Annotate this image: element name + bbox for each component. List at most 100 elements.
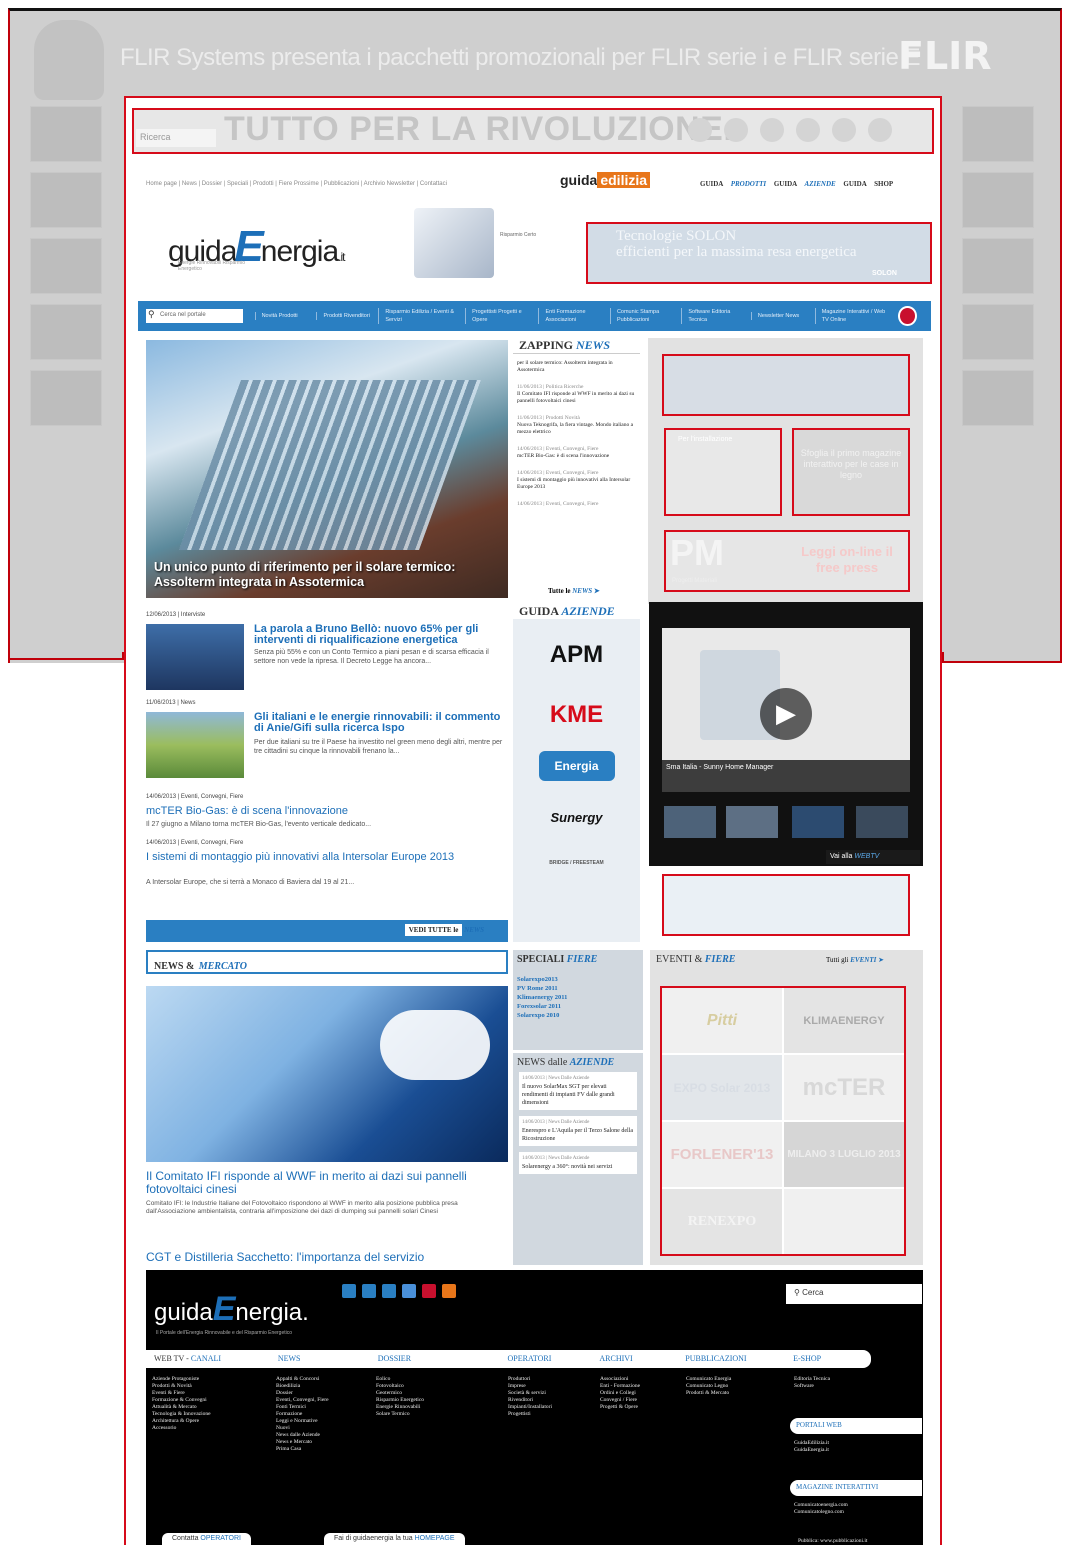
footer-link[interactable]: Prima Casa [276, 1446, 329, 1453]
footer-link[interactable]: Formazione & Convegni [152, 1397, 211, 1404]
footer-link[interactable]: Eventi, Convegni, Fiere [276, 1397, 329, 1404]
footer-col-head[interactable]: ARCHIVI [599, 1354, 685, 1364]
nav-item[interactable]: Newsletter News [750, 312, 815, 320]
news-thumb[interactable] [146, 712, 244, 778]
video-thumb[interactable] [792, 806, 844, 838]
webtv-link[interactable]: Vai alla WEBTV [826, 850, 920, 864]
event-logo[interactable] [784, 1189, 904, 1254]
brand-apm[interactable]: APM [527, 631, 627, 679]
vedi-tutte-news-button[interactable]: VEDI TUTTE le NEWS [146, 920, 508, 942]
social-icon[interactable] [724, 118, 748, 142]
news-aziende-item[interactable]: 14/06/2013 | News Dalle Aziende Il nuovo … [519, 1072, 637, 1110]
footer-link[interactable]: Imprese [508, 1383, 552, 1390]
speciali-item[interactable]: Klimaenergy 2011 [517, 993, 639, 1002]
nav-item[interactable]: Prodotti Rivenditori [316, 312, 378, 320]
nav-item[interactable]: Novità Prodotti [254, 312, 317, 320]
footer-link[interactable]: Nuovi [276, 1425, 329, 1432]
news-aziende-item[interactable]: 14/06/2013 | News Dalle Aziende Enerespro… [519, 1116, 637, 1146]
news-title[interactable]: La parola a Bruno Bellò: nuovo 65% per g… [254, 624, 506, 646]
nav-item[interactable]: Enti Formazione Associazioni [538, 308, 609, 324]
footer-link[interactable]: Aziende Protagoniste [152, 1376, 211, 1383]
social-icon[interactable] [760, 118, 784, 142]
tutte-news-link[interactable]: Tutte le NEWS ➤ [548, 587, 600, 595]
nav-item[interactable]: Risparmio Edilizia / Eventi & Servizi [378, 308, 465, 324]
event-logo[interactable]: RENEXPO [662, 1189, 782, 1254]
video-thumb[interactable] [664, 806, 716, 838]
event-logo[interactable]: KLIMAENERGY [784, 988, 904, 1053]
news-mercato-title[interactable]: Il Comitato IFI risponde al WWF in merit… [146, 1170, 508, 1196]
event-logo[interactable]: FORLENER'13 [662, 1122, 782, 1187]
zapping-item[interactable]: 11/06/2013 | Politica Ricerche Il Comitat… [517, 384, 636, 405]
zapping-item[interactable]: per il solare termico: Assolterm integra… [517, 360, 636, 374]
footer-link[interactable]: Produttori [508, 1376, 552, 1383]
footer-logo[interactable]: guidaEnergia. [154, 1290, 309, 1329]
magazine-link[interactable]: Comunicatolegno.com [794, 1509, 848, 1516]
footer-link[interactable]: Impianti/Installatori [508, 1404, 552, 1411]
flir-logo[interactable]: FLIR [898, 34, 992, 78]
video-thumb[interactable] [856, 806, 908, 838]
footer-link[interactable]: Accessorio [152, 1425, 211, 1432]
homepage-button[interactable]: Fai di guidaenergia la tua HOMEPAGE [324, 1533, 465, 1545]
hero-caption[interactable]: Un unico punto di riferimento per il sol… [154, 560, 494, 590]
portal-link[interactable]: GuidaEdilizia.it [794, 1440, 829, 1447]
footer-link[interactable]: Comunicato Legno [686, 1383, 731, 1390]
right-ad-4[interactable] [662, 874, 910, 936]
nav-item[interactable]: Software Editoria Tecnica [681, 308, 751, 324]
footer-col-head[interactable]: DOSSIER [378, 1354, 508, 1364]
footer-link[interactable]: Editoria Tecnica [794, 1376, 830, 1383]
footer-col-head[interactable]: WEB TV - CANALI [154, 1354, 278, 1364]
footer-link[interactable]: Fotovoltaico [376, 1383, 424, 1390]
event-logo[interactable]: EXPO Solar 2013 [662, 1055, 782, 1120]
footer-link[interactable]: Bioedilizia [276, 1383, 329, 1390]
zapping-item[interactable]: 14/06/2013 | Eventi, Convegni, Fiere mcTE… [517, 446, 636, 460]
footer-link[interactable]: Solare Termico [376, 1411, 424, 1418]
linkedin-icon[interactable] [382, 1284, 396, 1298]
nav-item[interactable]: Comunic Stampa Pubblicazioni [609, 308, 681, 324]
footer-pub[interactable]: Pubblica: www.pubblicazioni.it [798, 1538, 867, 1545]
portal-link[interactable]: GuidaEnergia.it [794, 1447, 829, 1454]
footer-link[interactable]: Risparmio Energetico [376, 1397, 424, 1404]
speciali-item[interactable]: Solarexpo 2010 [517, 1011, 639, 1020]
social-icon[interactable] [688, 118, 712, 142]
english-flag-icon[interactable] [897, 306, 917, 326]
guida-shop-link[interactable]: GUIDA SHOP [843, 180, 893, 188]
footer-link[interactable]: Società & servizi [508, 1390, 552, 1397]
footer-link[interactable]: Dossier [276, 1390, 329, 1397]
speciali-item[interactable]: Forexsolar 2011 [517, 1002, 639, 1011]
zapping-item[interactable]: 14/06/2013 | Eventi, Convegni, Fiere [517, 501, 636, 508]
brand-kme[interactable]: KME [527, 691, 627, 739]
twitter-icon[interactable] [362, 1284, 376, 1298]
brand-sunergy[interactable]: Sunergy [527, 793, 627, 841]
video-thumb[interactable] [726, 806, 778, 838]
delicious-icon[interactable] [402, 1284, 416, 1298]
footer-link[interactable]: Comunicato Energia [686, 1376, 731, 1383]
footer-col-head[interactable]: PUBBLICAZIONI [685, 1354, 793, 1364]
footer-link[interactable]: Convegni / Fiere [600, 1397, 640, 1404]
brand-energia[interactable]: Energia [538, 751, 615, 781]
news-title[interactable]: I sistemi di montaggio più innovativi al… [146, 852, 508, 863]
facebook-icon[interactable] [342, 1284, 356, 1298]
right-ad-1[interactable] [662, 354, 910, 416]
speciali-item[interactable]: PV Rome 2011 [517, 984, 639, 993]
event-logo[interactable]: MILANO 3 LUGLIO 2013 [784, 1122, 904, 1187]
social-icon[interactable] [796, 118, 820, 142]
footer-link[interactable]: Formazione [276, 1411, 329, 1418]
nav-item[interactable]: Progettisti Progetti e Opere [465, 308, 538, 324]
social-icon[interactable] [832, 118, 856, 142]
footer-link[interactable]: Tecnologia & Innovazione [152, 1411, 211, 1418]
footer-link[interactable]: Rivenditori [508, 1397, 552, 1404]
footer-link[interactable]: News e Mercato [276, 1439, 329, 1446]
footer-link[interactable]: News dalle Aziende [276, 1432, 329, 1439]
guida-aziende-link[interactable]: GUIDA AZIENDE [774, 180, 836, 188]
footer-link[interactable]: Geotermico [376, 1390, 424, 1397]
footer-link[interactable]: Eventi & Fiere [152, 1390, 211, 1397]
footer-link[interactable]: Associazioni [600, 1376, 640, 1383]
footer-link[interactable]: Software [794, 1383, 830, 1390]
nav-search-input[interactable]: Cerca nel portale [146, 309, 243, 323]
guidaedilizia-logo[interactable]: guida edilizia [560, 172, 651, 188]
event-logo[interactable]: mcTER [784, 1055, 904, 1120]
footer-col-head[interactable]: NEWS [278, 1354, 378, 1364]
footer-link[interactable]: Appalti & Concorsi [276, 1376, 329, 1383]
zapping-item[interactable]: 14/06/2013 | Eventi, Convegni, Fiere I si… [517, 470, 636, 491]
play-icon[interactable]: ▶ [760, 688, 812, 740]
